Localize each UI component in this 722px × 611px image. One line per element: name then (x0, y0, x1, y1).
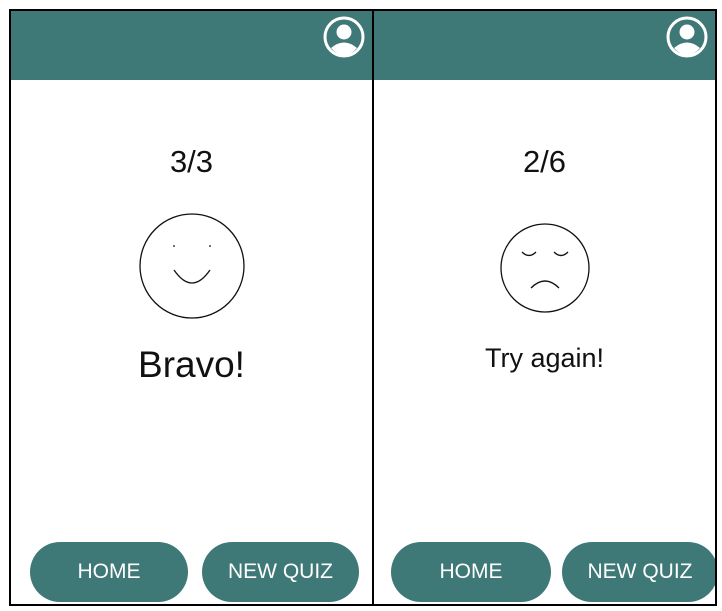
top-bar (11, 11, 372, 80)
home-button[interactable]: HOME (30, 542, 188, 602)
result-message: Try again! (484, 343, 605, 373)
top-bar (374, 11, 715, 80)
smiling-face-icon (138, 213, 245, 319)
new-quiz-button[interactable]: NEW QUIZ (202, 542, 359, 602)
score-label: 2/6 (522, 144, 567, 179)
result-screen-success: 3/3 Bravo! HOME NEW QUIZ (11, 11, 374, 604)
result-screen-retry: 2/6 Try again! HOME NEW QUIZ (374, 11, 715, 604)
score-label: 3/3 (169, 144, 214, 179)
result-message: Bravo! (138, 344, 245, 385)
screens-container: 3/3 Bravo! HOME NEW QUIZ 2/6 Try again! … (9, 9, 717, 606)
home-button[interactable]: HOME (391, 542, 551, 602)
user-avatar-icon[interactable] (665, 15, 709, 59)
sad-face-icon (499, 223, 590, 313)
user-avatar-icon[interactable] (322, 15, 366, 59)
new-quiz-button[interactable]: NEW QUIZ (562, 542, 715, 602)
